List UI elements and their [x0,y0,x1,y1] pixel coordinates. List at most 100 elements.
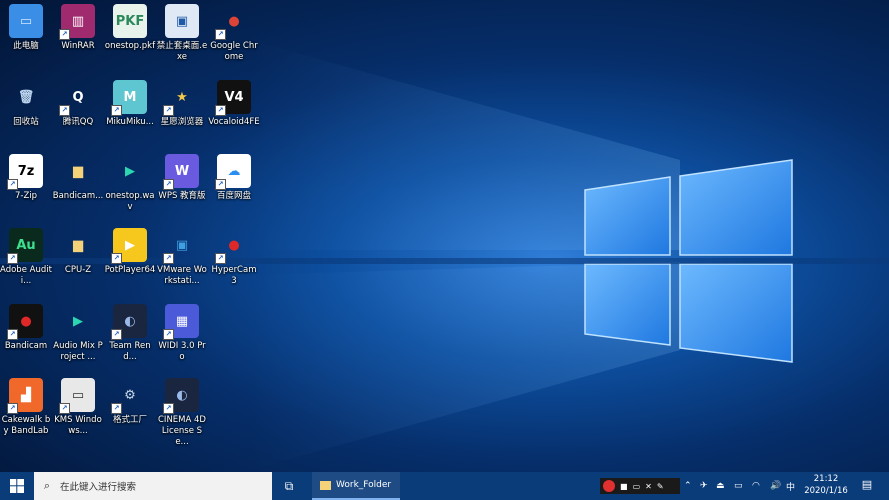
format-factory-icon: ⚙ ↗ [111,378,147,414]
volume-icon[interactable]: 🔊 [770,472,781,500]
windows-start-icon [10,479,24,493]
notification-icon[interactable]: ▤ [858,478,876,494]
shortcut-arrow-icon: ↗ [111,329,122,340]
7zip-icon: 7z ↗ [7,154,43,190]
hypercam-icon: ● ↗ [215,228,251,264]
desktop-icon[interactable]: ● ↗ HyperCam 3 [208,228,260,287]
desktop-icon[interactable]: ⚙ ↗ 格式工厂 [104,378,156,426]
desktop-icon[interactable]: Q ↗ 腾讯QQ [52,80,104,128]
search-placeholder: 在此键入进行搜索 [60,482,137,493]
this-pc-icon: ▭ [9,4,43,38]
desktop-icon-label: 此电脑 [13,41,39,51]
clock-date: 2020/1/16 [804,486,848,496]
desktop-icon[interactable]: ◐ ↗ CINEMA 4D License Se... [156,378,208,448]
desktop-icon[interactable]: ● ↗ Google Chrome [208,4,260,63]
desktop-icon[interactable]: ▦ ↗ WIDI 3.0 Pro [156,304,208,363]
widi-icon: ▦ ↗ [163,304,199,340]
desktop-icon[interactable]: 7z ↗ 7-Zip [0,154,52,202]
potplayer-icon: ▶ ↗ [111,228,147,264]
task-view-button[interactable]: ⧉ [272,472,306,500]
taskbar-search-box[interactable]: ⌕ 在此键入进行搜索 [34,472,272,500]
tray-chevron-icon[interactable]: ⌃ [684,472,692,500]
mikumiku-icon: M ↗ [111,80,147,116]
desktop-icon-label: 星愿浏览器 [160,117,204,127]
desktop-icon-label: HyperCam 3 [211,265,257,286]
desktop-icon-label: Team Rend... [109,341,151,362]
desktop-icon[interactable]: 🗑 回收站 [0,80,52,128]
start-button[interactable] [0,472,34,500]
desktop-icon[interactable]: ▣ ↗ VMware Workstati... [156,228,208,287]
desktop-icon[interactable]: PKF onestop.pkf [104,4,156,52]
desktop-icon-label: MikuMiku... [106,117,154,127]
shortcut-arrow-icon: ↗ [59,105,70,116]
desktop-icon-label: CINEMA 4D License Se... [158,415,206,447]
taskbar-app-label: Work_Folder [336,480,392,490]
shortcut-arrow-icon: ↗ [163,105,174,116]
network-icon[interactable]: ✈ [700,472,708,500]
task-view-icon: ⧉ [284,478,294,493]
desktop-icon-label: Bandicam... [52,191,104,201]
shortcut-arrow-icon: ↗ [215,29,226,40]
desktop-icon-label: WinRAR [61,41,95,51]
recorder-toolbar: ■ ▭ ✕ ✎ [600,478,680,494]
pkf-file-icon: PKF [113,4,147,38]
wps-icon: W ↗ [163,154,199,190]
desktop-icon[interactable]: ▭ 此电脑 [0,4,52,52]
desktop-icon-grid: ▭ 此电脑 ▥ ↗ WinRAR PKF onestop.pkf ▣ 禁止套桌面.exe ● ↗ Go… [0,0,260,472]
shortcut-arrow-icon: ↗ [59,403,70,414]
shortcut-arrow-icon: ↗ [7,329,18,340]
cakewalk-icon: ▟ ↗ [7,378,43,414]
close-icon[interactable]: ✕ [645,482,652,491]
desktop-icon[interactable]: ▣ 禁止套桌面.exe [156,4,208,63]
desktop-icon[interactable]: Au ↗ Adobe Auditi... [0,228,52,287]
desktop-icon-label: Audio Mix Project ... [53,341,103,362]
taskbar-app-work-folder[interactable]: Work_Folder [312,472,400,500]
usb-icon[interactable]: ⏏ [716,472,725,500]
pen-icon[interactable]: ✎ [657,482,664,491]
shortcut-arrow-icon: ↗ [163,329,174,340]
pause-record-icon[interactable] [603,480,615,492]
desktop-icon[interactable]: ▆ Bandicam... [52,154,104,202]
shortcut-arrow-icon: ↗ [111,403,122,414]
desktop-icon[interactable]: ● ↗ Bandicam [0,304,52,352]
battery-icon[interactable]: ▭ [734,472,743,500]
shortcut-arrow-icon: ↗ [59,29,70,40]
desktop-icon[interactable]: ▥ ↗ WinRAR [52,4,104,52]
desktop-icon[interactable]: ▟ ↗ Cakewalk by BandLab [0,378,52,437]
star-browser-icon: ★ ↗ [163,80,199,116]
shortcut-arrow-icon: ↗ [111,105,122,116]
ime-indicator[interactable]: 中 [786,472,795,500]
shortcut-arrow-icon: ↗ [215,105,226,116]
desktop-icon[interactable]: V4 ↗ Vocaloid4FE [208,80,260,128]
wifi-icon[interactable]: ◠ [752,472,760,500]
shortcut-arrow-icon: ↗ [7,403,18,414]
shortcut-arrow-icon: ↗ [163,253,174,264]
folder-icon: ▆ [73,237,83,253]
desktop-icon-label: 格式工厂 [112,415,147,425]
desktop-icon[interactable]: ☁ ↗ 百度网盘 [208,154,260,202]
desktop-icon[interactable]: M ↗ MikuMiku... [104,80,156,128]
audition-icon: Au ↗ [7,228,43,264]
desktop-icon-label: onestop.pkf [104,41,156,51]
kms-icon: ▭ ↗ [59,378,95,414]
desktop-icon-label: 腾讯QQ [62,117,94,127]
clock-time: 21:12 [813,474,839,484]
desktop-icon[interactable]: ▶ ↗ PotPlayer64 [104,228,156,276]
desktop-icon-label: KMS Windows... [54,415,102,436]
stop-icon[interactable]: ■ [620,482,628,491]
folder-window-icon [320,480,331,490]
taskbar-clock[interactable]: 21:12 2020/1/16 [796,473,856,497]
desktop-icon-label: Bandicam [4,341,48,351]
desktop-icon[interactable]: ▶ onestop.wav [104,154,156,213]
shortcut-arrow-icon: ↗ [111,253,122,264]
desktop-icon[interactable]: ▶ Audio Mix Project ... [52,304,104,363]
desktop-icon[interactable]: W ↗ WPS 教育版 [156,154,208,202]
desktop-icon[interactable]: ▭ ↗ KMS Windows... [52,378,104,437]
desktop-icon[interactable]: ◐ ↗ Team Rend... [104,304,156,363]
recycle-bin-icon: 🗑 [17,89,35,105]
screen-icon[interactable]: ▭ [633,482,641,491]
desktop-icon[interactable]: ★ ↗ 星愿浏览器 [156,80,208,128]
desktop-icon[interactable]: ▆ CPU-Z [52,228,104,276]
desktop-icon-label: CPU-Z [64,265,92,275]
desktop-icon-label: Adobe Auditi... [0,265,52,286]
